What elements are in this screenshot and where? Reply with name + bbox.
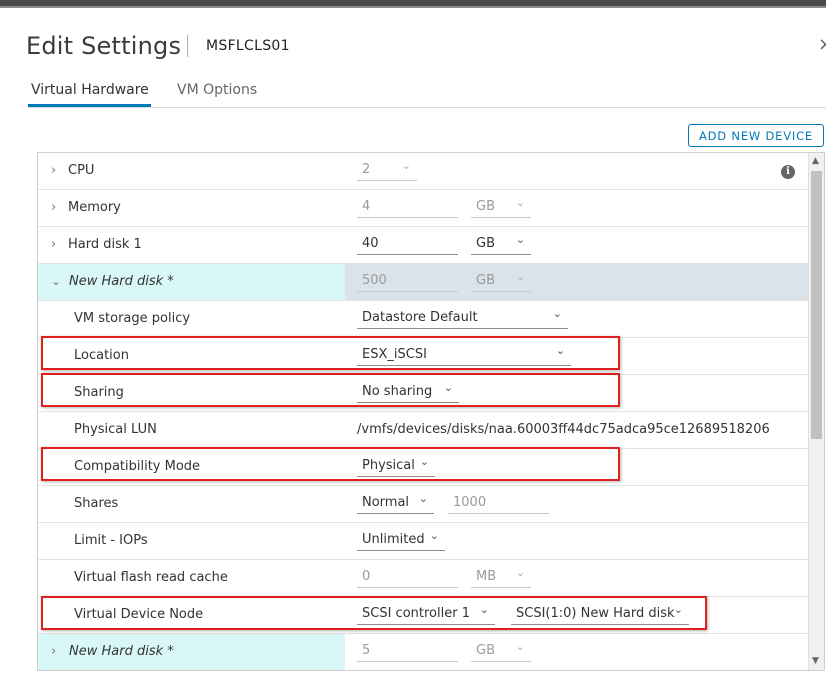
- flash-cache-label: Virtual flash read cache: [74, 570, 228, 585]
- row-new-hard-disk[interactable]: ⌄ New Hard disk * 500 GB ⌄: [38, 264, 808, 301]
- highlight-sharing: [41, 373, 620, 407]
- chevron-down-icon: ⌄: [552, 307, 562, 320]
- window-top-bar: [0, 0, 826, 8]
- vm-storage-policy-label: VM storage policy: [74, 311, 191, 326]
- scrollbar-thumb[interactable]: [811, 171, 822, 439]
- new-hard-disk-2-unit: GB: [476, 643, 495, 658]
- cpu-select[interactable]: 2 ⌄: [357, 159, 417, 181]
- tab-virtual-hardware[interactable]: Virtual Hardware: [31, 82, 149, 98]
- chevron-down-icon: ⌄: [515, 233, 525, 246]
- close-icon[interactable]: ×: [818, 34, 826, 55]
- physical-lun-label: Physical LUN: [74, 422, 157, 437]
- add-new-device-button[interactable]: ADD NEW DEVICE: [688, 124, 824, 147]
- chevron-down-icon: ⌄: [418, 492, 428, 505]
- new-hard-disk-2-unit-select[interactable]: GB ⌄: [471, 640, 531, 662]
- limit-iops-label: Limit - IOPs: [74, 533, 148, 548]
- cpu-value: 2: [362, 162, 371, 177]
- memory-unit-select[interactable]: GB ⌄: [471, 196, 531, 218]
- dialog-title: Edit Settings: [26, 32, 182, 60]
- hardware-grid: › CPU 2 ⌄ i › Memory 4 GB ⌄ › Hard disk …: [37, 152, 825, 671]
- chevron-right-icon[interactable]: ›: [51, 644, 56, 659]
- new-hard-disk-value: 500: [362, 273, 387, 288]
- new-hard-disk-2-value: 5: [362, 643, 371, 658]
- memory-unit: GB: [476, 199, 495, 214]
- row-physical-lun: Physical LUN /vmfs/devices/disks/naa.600…: [38, 412, 808, 449]
- chevron-down-icon: ⌄: [429, 529, 439, 542]
- chevron-down-icon: ⌄: [515, 270, 525, 283]
- new-hard-disk-2-size-input[interactable]: 5: [357, 641, 458, 662]
- memory-value: 4: [362, 199, 371, 214]
- chevron-down-icon: ⌄: [401, 159, 411, 172]
- info-icon[interactable]: i: [781, 165, 795, 179]
- chevron-down-icon[interactable]: ⌄: [51, 274, 61, 288]
- hard-disk-1-unit: GB: [476, 236, 495, 251]
- chevron-right-icon[interactable]: ›: [51, 163, 56, 178]
- shares-amount: 1000: [453, 495, 487, 510]
- row-memory: › Memory 4 GB ⌄: [38, 190, 808, 227]
- tabs-divider: [28, 107, 826, 108]
- flash-cache-value: 0: [362, 569, 371, 584]
- row-shares: Shares Normal ⌄ 1000: [38, 486, 808, 523]
- new-hard-disk-unit-select[interactable]: GB ⌄: [471, 270, 531, 292]
- row-limit-iops: Limit - IOPs Unlimited ⌄: [38, 523, 808, 560]
- title-separator: [187, 35, 188, 57]
- hard-disk-1-label: Hard disk 1: [68, 237, 142, 252]
- new-hard-disk-size-input[interactable]: 500: [357, 271, 458, 292]
- hard-disk-1-size-input[interactable]: 40: [357, 234, 458, 255]
- new-hard-disk-label: New Hard disk *: [69, 274, 174, 289]
- row-vm-storage-policy: VM storage policy Datastore Default ⌄: [38, 301, 808, 338]
- vm-name: MSFLCLS01: [206, 38, 290, 54]
- shares-value: Normal: [362, 495, 410, 510]
- limit-iops-value: Unlimited: [362, 532, 425, 547]
- grid-scrollbar[interactable]: ▲ ▼: [808, 153, 824, 670]
- cpu-label: CPU: [68, 163, 95, 178]
- scroll-down-icon[interactable]: ▼: [812, 656, 819, 666]
- hard-disk-1-value: 40: [362, 236, 379, 251]
- flash-cache-unit-select[interactable]: MB ⌄: [471, 566, 531, 588]
- chevron-down-icon: ⌄: [515, 196, 525, 209]
- tab-vm-options[interactable]: VM Options: [177, 82, 257, 98]
- memory-input[interactable]: 4: [357, 197, 458, 218]
- physical-lun-value: /vmfs/devices/disks/naa.60003ff44dc75adc…: [357, 422, 770, 437]
- row-new-hard-disk-2[interactable]: › New Hard disk * 5 GB ⌄: [38, 634, 808, 670]
- new-hard-disk-2-label: New Hard disk *: [69, 644, 174, 659]
- chevron-down-icon: ⌄: [515, 566, 525, 579]
- row-virtual-flash-read-cache: Virtual flash read cache 0 MB ⌄: [38, 560, 808, 597]
- vm-storage-policy-value: Datastore Default: [362, 310, 478, 325]
- highlight-compatibility-mode: [41, 447, 620, 481]
- new-hard-disk-unit: GB: [476, 273, 495, 288]
- limit-iops-select[interactable]: Unlimited ⌄: [357, 529, 445, 551]
- shares-amount-input[interactable]: 1000: [448, 493, 549, 514]
- row-cpu: › CPU 2 ⌄ i: [38, 153, 808, 190]
- scroll-up-icon[interactable]: ▲: [812, 156, 819, 166]
- highlight-virtual-device-node: [41, 596, 707, 630]
- shares-label: Shares: [74, 496, 119, 511]
- flash-cache-unit: MB: [476, 569, 497, 584]
- row-hard-disk-1: › Hard disk 1 40 GB ⌄: [38, 227, 808, 264]
- shares-select[interactable]: Normal ⌄: [357, 492, 434, 514]
- vm-storage-policy-select[interactable]: Datastore Default ⌄: [357, 307, 568, 329]
- chevron-right-icon[interactable]: ›: [51, 200, 56, 215]
- chevron-right-icon[interactable]: ›: [51, 237, 56, 252]
- highlight-location: [41, 336, 620, 370]
- chevron-down-icon: ⌄: [515, 640, 525, 653]
- flash-cache-input[interactable]: 0: [357, 567, 458, 588]
- hard-disk-1-unit-select[interactable]: GB ⌄: [471, 233, 531, 255]
- memory-label: Memory: [68, 200, 121, 215]
